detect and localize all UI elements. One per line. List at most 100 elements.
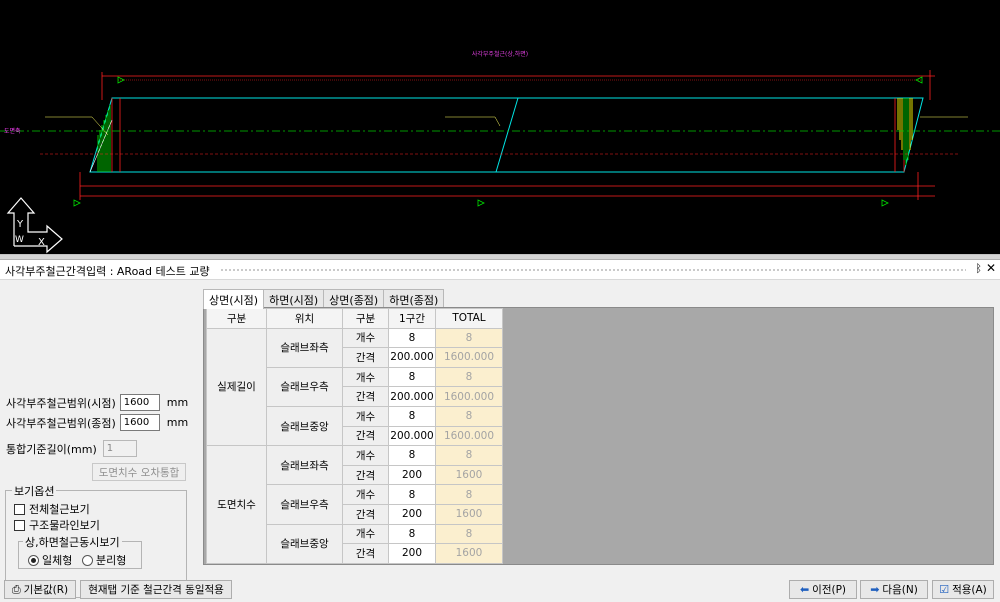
tab-top-start[interactable]: 상면(시점) bbox=[203, 289, 265, 309]
total-cell: 1600 bbox=[435, 503, 503, 525]
arrow-right-icon: ➡ bbox=[870, 583, 880, 596]
left-axis-label: 도면축 bbox=[4, 127, 21, 135]
close-icon[interactable]: ✕ bbox=[986, 261, 996, 275]
span-value-cell[interactable]: 200.000 bbox=[388, 425, 436, 447]
kind-cell: 간격 bbox=[342, 464, 389, 486]
tab-bottom-end[interactable]: 하면(종점) bbox=[383, 289, 445, 308]
show-all-rebar-checkbox[interactable]: 전체철근보기 bbox=[14, 501, 90, 517]
group-cell: 실제길이 bbox=[206, 327, 267, 447]
drawing-title: 사각부주철근(상,하면) bbox=[472, 50, 528, 58]
next-label: 다음(N) bbox=[882, 584, 918, 596]
panel-titlebar: 사각부주철근간격입력 : ARoad 테스트 교량 ᛒ ✕ bbox=[0, 260, 1000, 280]
start-range-input[interactable] bbox=[119, 394, 160, 411]
merge-length-row: 통합기준길이(mm) bbox=[6, 440, 137, 457]
span-value-cell[interactable]: 8 bbox=[388, 405, 436, 427]
titlebar-grip bbox=[220, 269, 966, 271]
position-cell: 슬래브우측 bbox=[266, 484, 343, 525]
radio-selected-icon[interactable] bbox=[28, 554, 39, 566]
total-cell: 8 bbox=[435, 484, 503, 505]
show-structure-line-label: 구조물라인보기 bbox=[29, 519, 100, 532]
checkbox-box[interactable] bbox=[14, 503, 25, 515]
radio-separate[interactable]: 분리형 bbox=[82, 552, 126, 568]
kind-cell: 개수 bbox=[342, 327, 389, 349]
kind-cell: 간격 bbox=[342, 543, 389, 564]
span-value-cell[interactable]: 200 bbox=[388, 464, 436, 486]
kind-cell: 개수 bbox=[342, 366, 389, 388]
position-cell: 슬래브좌측 bbox=[266, 445, 343, 486]
show-all-rebar-label: 전체철근보기 bbox=[29, 503, 90, 516]
total-cell: 1600 bbox=[435, 543, 503, 564]
default-values-label: 기본값(R) bbox=[23, 584, 69, 596]
span-value-cell[interactable]: 200.000 bbox=[388, 386, 436, 407]
pin-icon[interactable]: ᛒ bbox=[975, 262, 982, 275]
apply-label: 적용(A) bbox=[952, 584, 987, 596]
header-span-1: 1구간 bbox=[388, 308, 436, 329]
ucs-w-label: W bbox=[15, 235, 24, 245]
span-value-cell[interactable]: 8 bbox=[388, 327, 436, 349]
span-value-cell[interactable]: 8 bbox=[388, 366, 436, 388]
ucs-y-label: Y bbox=[16, 219, 24, 230]
header-kind: 구분 bbox=[342, 308, 389, 329]
reset-icon: ⎙ bbox=[11, 582, 21, 596]
tab-top-end[interactable]: 상면(종점) bbox=[323, 289, 385, 308]
position-cell: 슬래브중앙 bbox=[266, 523, 343, 564]
span-value-cell[interactable]: 8 bbox=[388, 484, 436, 505]
table-header-row: 구분 위치 구분 1구간 TOTAL bbox=[206, 308, 503, 329]
radio-separate-label: 분리형 bbox=[96, 554, 127, 567]
span-value-cell[interactable]: 8 bbox=[388, 445, 436, 466]
span-value-cell[interactable]: 200 bbox=[388, 503, 436, 525]
end-range-input[interactable] bbox=[119, 414, 160, 431]
start-range-row: 사각부주철근범위(시점) mm bbox=[6, 394, 188, 411]
cad-canvas: 사각부주철근(상,하면) 도면축 Y W X bbox=[0, 50, 1000, 254]
spacing-table: 구분 위치 구분 1구간 TOTAL 실제길이 슬래브좌측 개수 8 8 간격 bbox=[206, 308, 503, 564]
panel-title: 사각부주철근간격입력 : ARoad 테스트 교량 bbox=[5, 265, 210, 278]
table-row: 도면치수 슬래브좌측 개수 8 8 bbox=[206, 445, 503, 564]
end-range-label: 사각부주철근범위(종점) bbox=[6, 416, 116, 430]
position-cell: 슬래브중앙 bbox=[266, 405, 343, 447]
simultaneous-view-legend: 상,하면철근동시보기 bbox=[23, 534, 122, 550]
leader-labels bbox=[45, 116, 968, 136]
slab-center-line bbox=[495, 97, 519, 173]
check-icon: ☑ bbox=[939, 583, 950, 596]
dim-arrow bbox=[881, 199, 889, 207]
spacing-grid-area: 구분 위치 구분 1구간 TOTAL 실제길이 슬래브좌측 개수 8 8 간격 bbox=[203, 307, 994, 565]
merge-length-label: 통합기준길이(mm) bbox=[6, 442, 97, 456]
apply-same-spacing-button[interactable]: 현재탭 기준 철근간격 동일적용 bbox=[80, 580, 232, 599]
dim-arrow bbox=[477, 199, 485, 207]
ucs-x-label: X bbox=[38, 237, 45, 248]
merge-length-input[interactable] bbox=[102, 440, 137, 457]
next-button[interactable]: ➡ 다음(N) bbox=[860, 580, 928, 599]
span-value-cell[interactable]: 200 bbox=[388, 543, 436, 564]
span-value-cell[interactable]: 200.000 bbox=[388, 347, 436, 368]
total-cell: 8 bbox=[435, 445, 503, 466]
checkbox-box[interactable] bbox=[14, 519, 25, 531]
header-position: 위치 bbox=[266, 308, 343, 329]
header-category: 구분 bbox=[206, 308, 267, 329]
merge-dimension-error-button[interactable]: 도면치수 오차통합 bbox=[92, 463, 186, 481]
side-tabs: 상면(시점) 하면(시점) 상면(종점) 하면(종점) bbox=[203, 289, 445, 309]
cad-drawing-view[interactable]: 사각부주철근(상,하면) 도면축 Y W X bbox=[0, 0, 1000, 254]
total-cell: 1600.000 bbox=[435, 425, 503, 447]
end-range-unit: mm bbox=[166, 416, 189, 429]
radio-integrated[interactable]: 일체형 bbox=[28, 552, 72, 568]
kind-cell: 개수 bbox=[342, 484, 389, 505]
table-row: 실제길이 슬래브좌측 개수 8 8 bbox=[206, 327, 503, 447]
show-structure-line-checkbox[interactable]: 구조물라인보기 bbox=[14, 517, 100, 533]
apply-button[interactable]: ☑ 적용(A) bbox=[932, 580, 994, 599]
dim-arrow bbox=[73, 199, 81, 207]
end-range-row: 사각부주철근범위(종점) mm bbox=[6, 414, 188, 431]
radio-unselected-icon[interactable] bbox=[82, 554, 93, 566]
tab-bottom-start[interactable]: 하면(시점) bbox=[263, 289, 325, 308]
kind-cell: 개수 bbox=[342, 405, 389, 427]
total-cell: 1600 bbox=[435, 464, 503, 486]
header-total: TOTAL bbox=[435, 308, 503, 329]
view-options-legend: 보기옵션 bbox=[12, 483, 57, 499]
arrow-left-icon: ⬅ bbox=[799, 583, 810, 596]
span-value-cell[interactable]: 8 bbox=[388, 523, 436, 545]
default-values-button[interactable]: ⎙ 기본값(R) bbox=[4, 580, 76, 599]
kind-cell: 간격 bbox=[342, 503, 389, 525]
position-cell: 슬래브우측 bbox=[266, 366, 343, 407]
kind-cell: 간격 bbox=[342, 347, 389, 368]
total-cell: 8 bbox=[435, 366, 503, 388]
prev-button[interactable]: ⬅ 이전(P) bbox=[789, 580, 857, 599]
